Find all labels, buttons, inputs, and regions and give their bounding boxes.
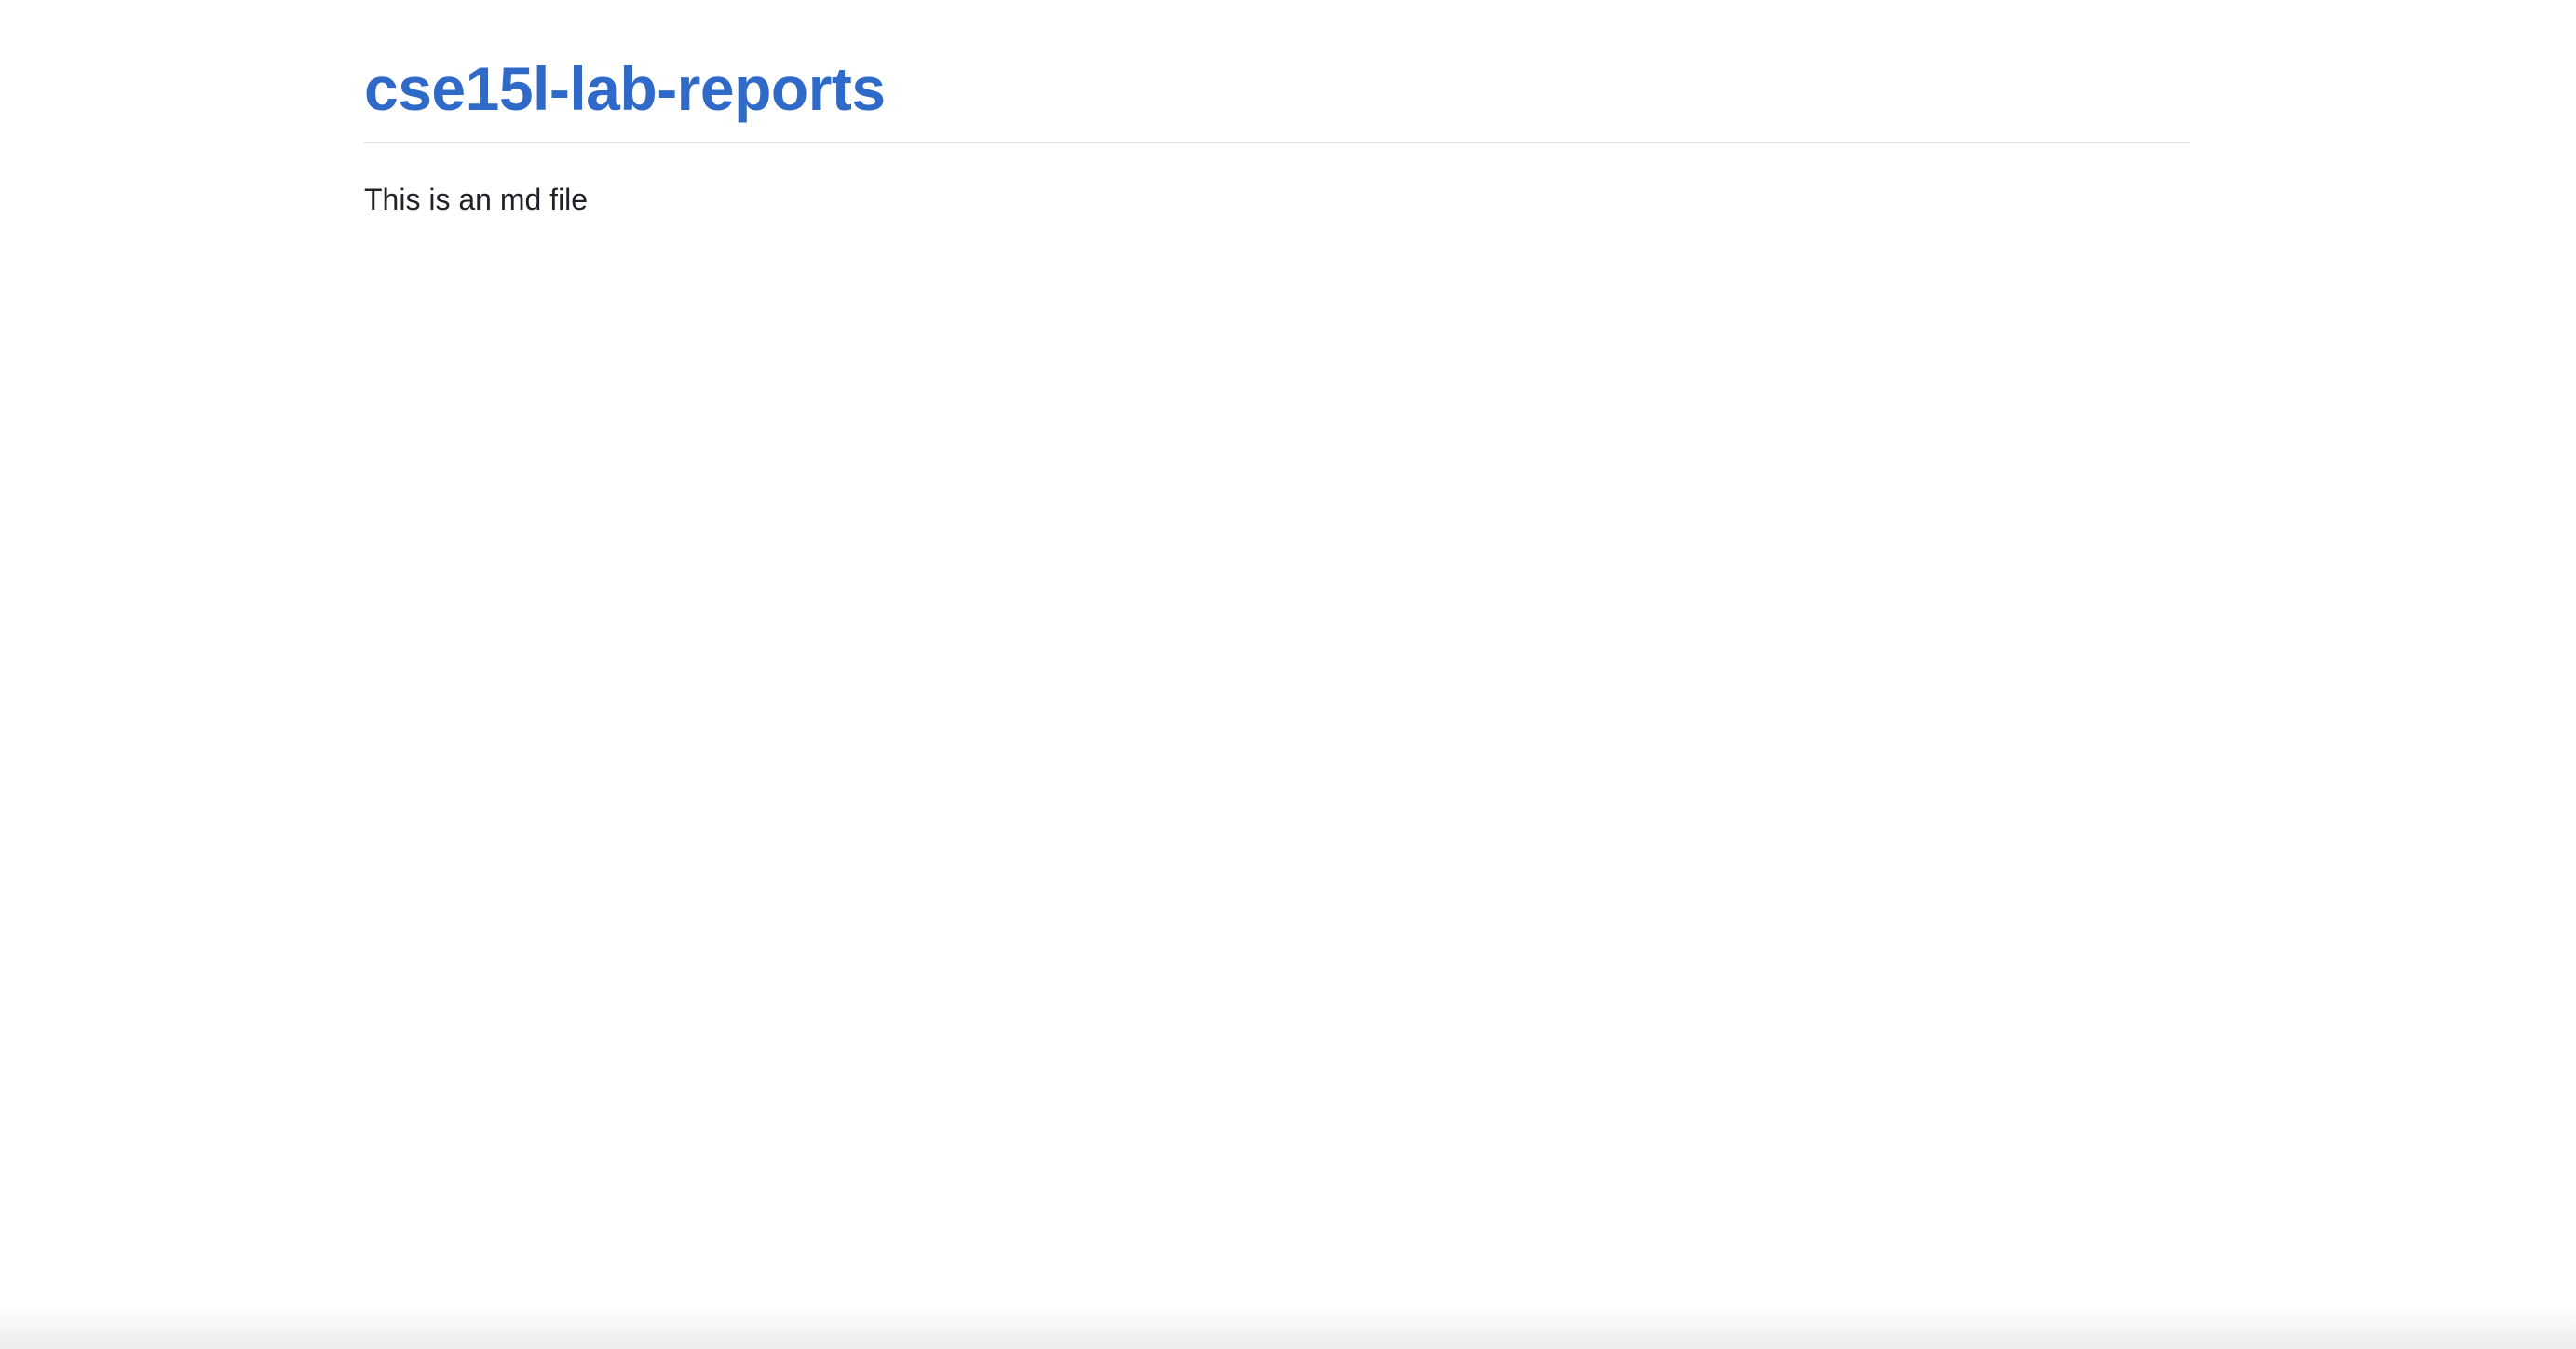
content-paragraph: This is an md file [364, 183, 589, 216]
page-container: cse15l-lab-reports This is an md file [364, 0, 2190, 220]
site-title-link[interactable]: cse15l-lab-reports [364, 54, 886, 123]
bottom-edge-shadow [0, 1304, 2576, 1349]
main-content: This is an md file [364, 143, 2190, 220]
site-header: cse15l-lab-reports [364, 0, 2190, 143]
